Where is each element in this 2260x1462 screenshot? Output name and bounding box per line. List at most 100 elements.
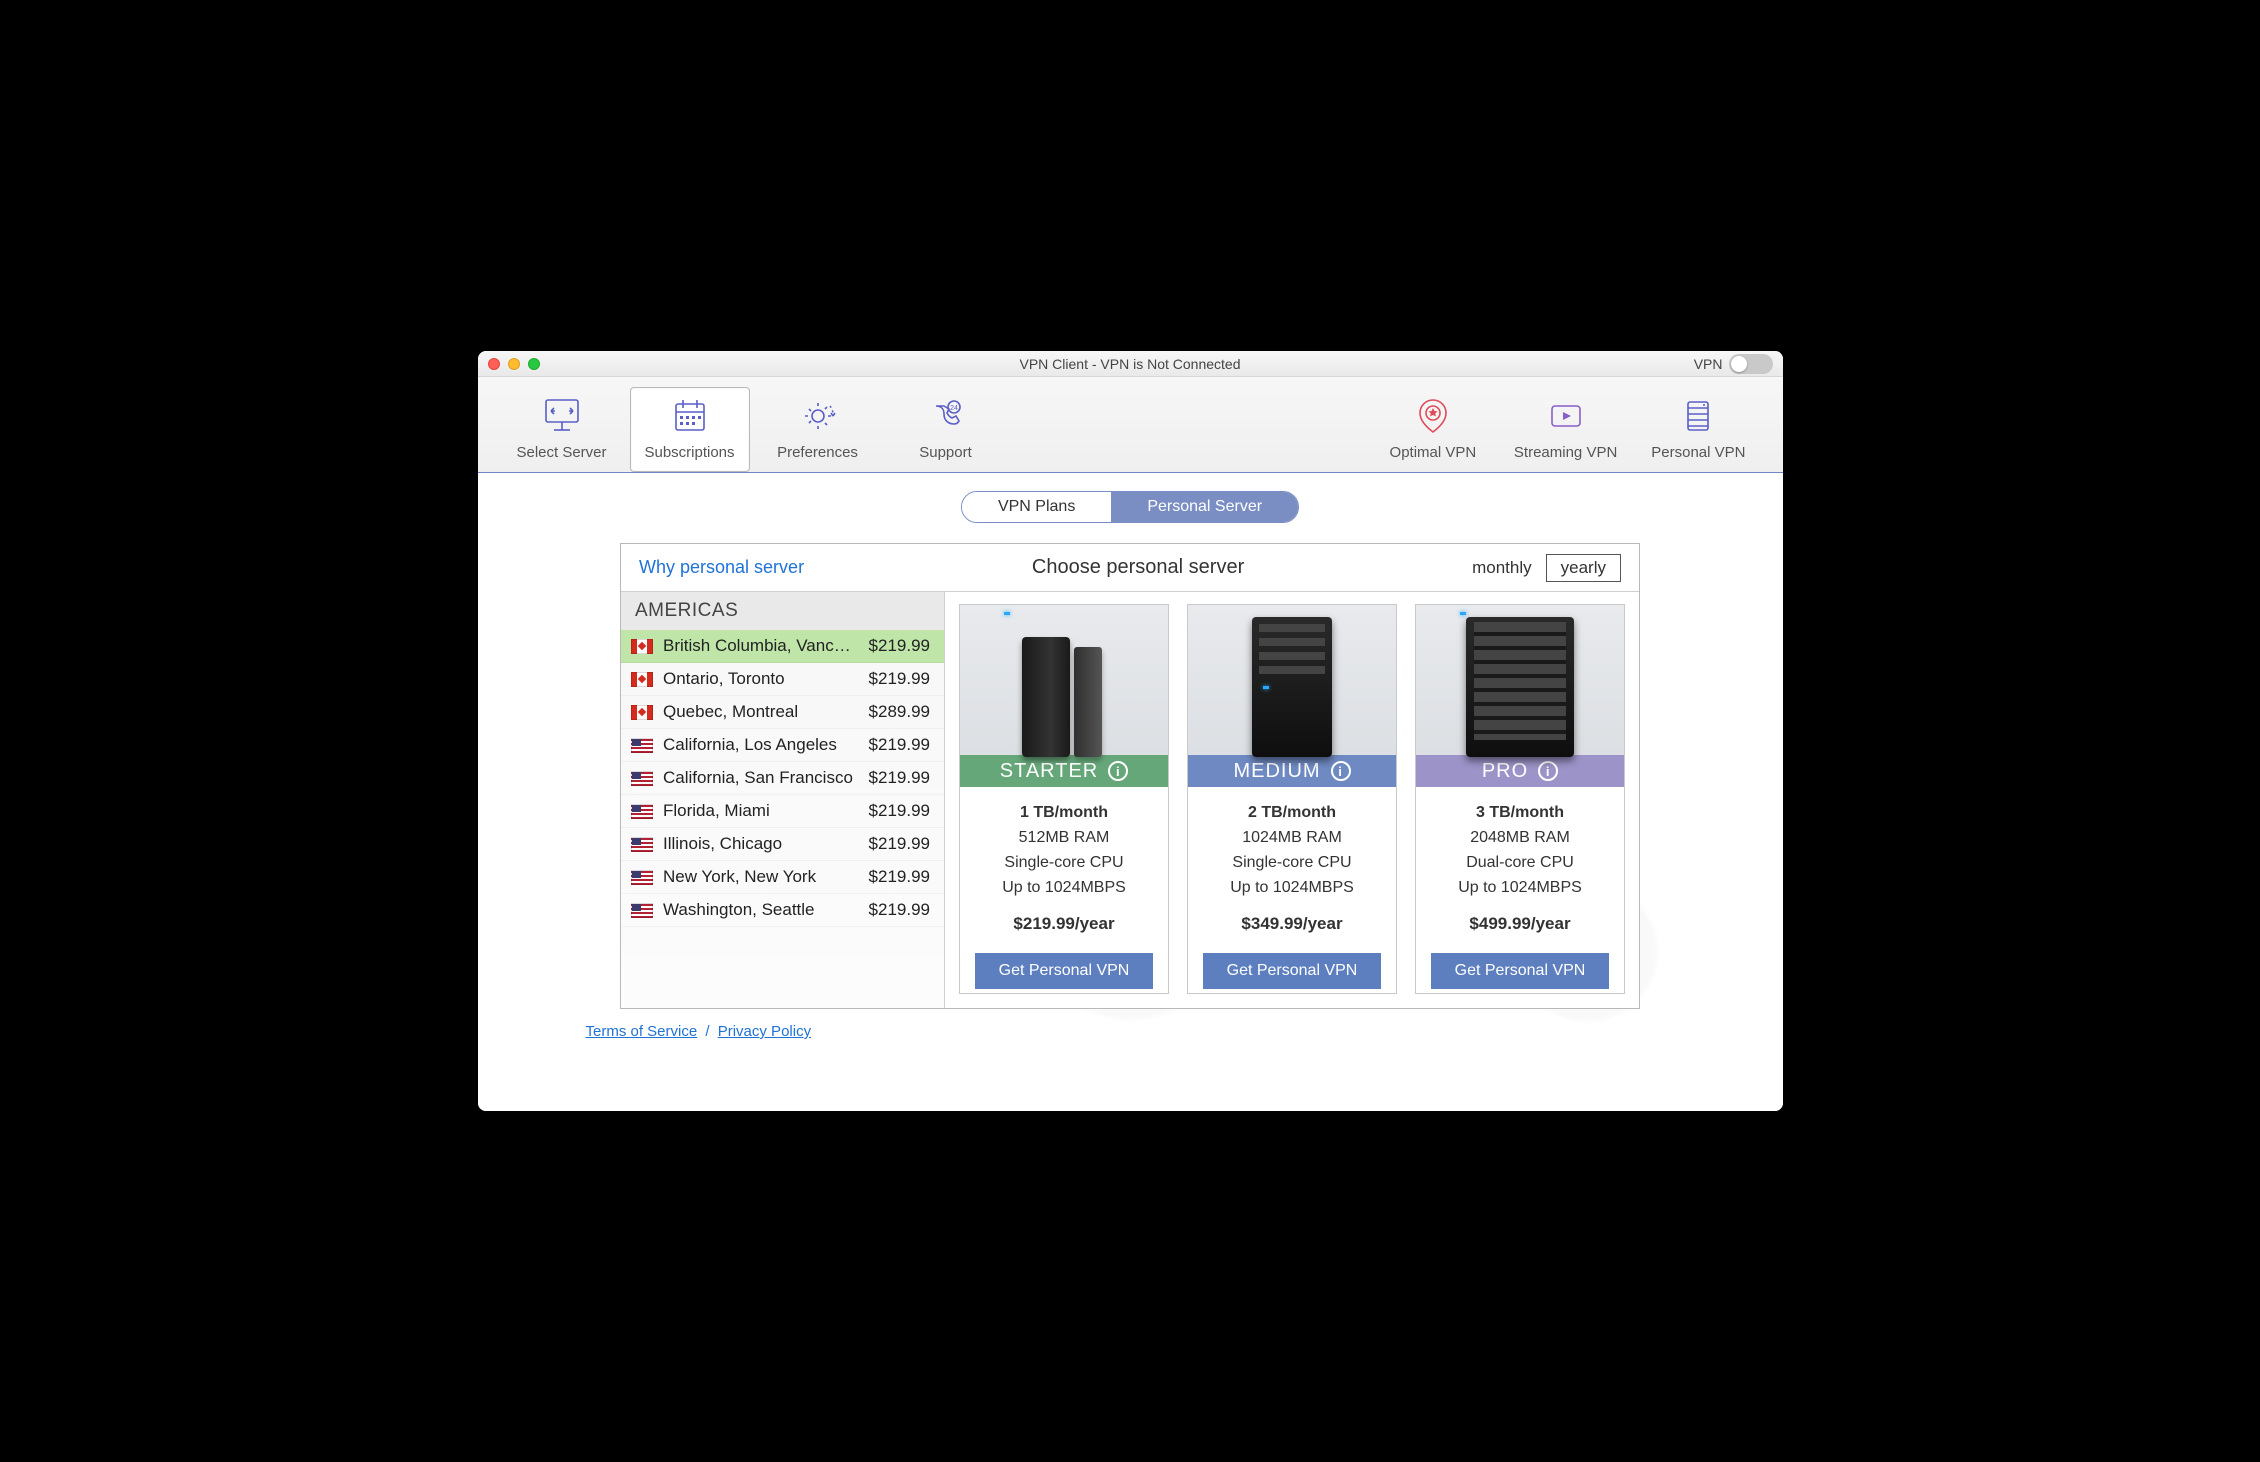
toolbar-subscriptions[interactable]: Subscriptions <box>630 387 750 472</box>
plan-type-segmented: VPN Plans Personal Server <box>961 491 1299 523</box>
toolbar-label: Optimal VPN <box>1390 444 1477 461</box>
plan-card-pro: PROi3 TB/month2048MB RAMDual-core CPUUp … <box>1415 604 1625 994</box>
spec-ram: 512MB RAM <box>1002 826 1126 851</box>
region-row[interactable]: California, San Francisco $219.99 <box>621 762 944 795</box>
personal-server-panel: Why personal server Choose personal serv… <box>620 543 1640 1009</box>
plan-cards: STARTER i 1 TB/month512MB RAMSingle-core C… <box>945 592 1639 1008</box>
info-icon[interactable]: i <box>1108 761 1128 781</box>
region-name: Washington, Seattle <box>663 900 859 920</box>
flag-icon <box>631 870 653 885</box>
footer-separator: / <box>705 1023 709 1040</box>
region-price: $219.99 <box>869 768 934 788</box>
plan-price: $499.99/year <box>1458 911 1582 937</box>
toolbar-optimal-vpn[interactable]: Optimal VPN <box>1373 387 1493 472</box>
toolbar-label: Preferences <box>777 444 858 461</box>
window-controls <box>488 358 540 370</box>
region-row[interactable]: New York, New York$219.99 <box>621 861 944 894</box>
segment-vpn-plans[interactable]: VPN Plans <box>962 492 1111 522</box>
region-name: British Columbia, Vanc… <box>663 636 859 656</box>
region-price: $219.99 <box>869 636 934 656</box>
region-row[interactable]: Ontario, Toronto$219.99 <box>621 663 944 696</box>
toolbar-streaming-vpn[interactable]: Streaming VPN <box>1501 387 1630 472</box>
region-group-header: AMERICAS <box>621 592 944 630</box>
footer-links: Terms of Service / Privacy Policy <box>514 1023 1747 1040</box>
plan-image <box>960 605 1168 755</box>
close-window-button[interactable] <box>488 358 500 370</box>
plan-image <box>1188 605 1396 755</box>
preferences-icon <box>796 394 840 438</box>
flag-icon <box>631 738 653 753</box>
period-monthly[interactable]: monthly <box>1472 558 1532 578</box>
spec-ram: 1024MB RAM <box>1230 826 1354 851</box>
toolbar-label: Personal VPN <box>1651 444 1745 461</box>
region-name: California, Los Angeles <box>663 735 859 755</box>
plan-image <box>1416 605 1624 755</box>
terms-of-service-link[interactable]: Terms of Service <box>586 1023 698 1040</box>
toolbar-label: Support <box>919 444 972 461</box>
region-price: $219.99 <box>869 801 934 821</box>
plan-tier-name: STARTER <box>1000 760 1099 783</box>
toolbar-preferences[interactable]: Preferences <box>758 387 878 472</box>
region-price: $219.99 <box>869 900 934 920</box>
select-server-icon <box>540 394 584 438</box>
app-window: VPN Client - VPN is Not Connected VPN Se… <box>478 351 1783 1111</box>
personal-vpn-icon <box>1676 394 1720 438</box>
get-personal-vpn-button[interactable]: Get Personal VPN <box>1203 953 1382 989</box>
info-icon[interactable]: i <box>1538 761 1558 781</box>
server-icon <box>1004 612 1124 757</box>
zoom-window-button[interactable] <box>528 358 540 370</box>
flag-icon <box>631 705 653 720</box>
region-price: $219.99 <box>869 669 934 689</box>
window-title: VPN Client - VPN is Not Connected <box>478 356 1783 372</box>
toolbar-select-server[interactable]: Select Server <box>502 387 622 472</box>
content-area: VPN Plans Personal Server Why personal s… <box>478 473 1783 1111</box>
spec-cpu: Dual-core CPU <box>1458 851 1582 876</box>
spec-speed: Up to 1024MBPS <box>1002 876 1126 901</box>
period-yearly[interactable]: yearly <box>1546 554 1621 582</box>
toolbar-personal-vpn[interactable]: Personal VPN <box>1638 387 1758 472</box>
region-row[interactable]: Quebec, Montreal$289.99 <box>621 696 944 729</box>
privacy-policy-link[interactable]: Privacy Policy <box>718 1023 811 1040</box>
plan-specs: 2 TB/month1024MB RAMSingle-core CPUUp to… <box>1224 787 1360 953</box>
toolbar: Select Server Subscriptions Preferences 24 S… <box>478 377 1783 473</box>
why-personal-server-link[interactable]: Why personal server <box>639 557 804 578</box>
streaming-vpn-icon <box>1544 394 1588 438</box>
toolbar-label: Select Server <box>516 444 606 461</box>
region-name: New York, New York <box>663 867 859 887</box>
region-row[interactable]: Florida, Miami$219.99 <box>621 795 944 828</box>
region-name: Illinois, Chicago <box>663 834 859 854</box>
plan-price: $349.99/year <box>1230 911 1354 937</box>
support-icon: 24 <box>924 394 968 438</box>
info-icon[interactable]: i <box>1331 761 1351 781</box>
flag-icon <box>631 837 653 852</box>
toolbar-support[interactable]: 24 Support <box>886 387 1006 472</box>
plan-tier-header: PROi <box>1416 755 1624 787</box>
minimize-window-button[interactable] <box>508 358 520 370</box>
plan-specs: 1 TB/month512MB RAMSingle-core CPUUp to … <box>996 787 1132 953</box>
region-row[interactable]: British Columbia, Vanc… $219.99 <box>621 630 944 663</box>
plan-tier-header: STARTER i <box>960 755 1168 787</box>
spec-cpu: Single-core CPU <box>1230 851 1354 876</box>
segment-personal-server[interactable]: Personal Server <box>1111 492 1298 522</box>
plan-card-starter: STARTER i 1 TB/month512MB RAMSingle-core C… <box>959 604 1169 994</box>
titlebar: VPN Client - VPN is Not Connected VPN <box>478 351 1783 377</box>
region-row[interactable]: Illinois, Chicago $219.99 <box>621 828 944 861</box>
plan-tier-header: MEDIUM i <box>1188 755 1396 787</box>
vpn-toggle[interactable] <box>1729 354 1773 374</box>
panel-header: Why personal server Choose personal serv… <box>621 544 1639 592</box>
plan-tier-name: MEDIUM <box>1233 760 1320 783</box>
panel-title: Choose personal server <box>804 556 1472 579</box>
spec-speed: Up to 1024MBPS <box>1230 876 1354 901</box>
spec-speed: Up to 1024MBPS <box>1458 876 1582 901</box>
region-price: $219.99 <box>869 735 934 755</box>
region-price: $219.99 <box>869 834 934 854</box>
plan-specs: 3 TB/month2048MB RAMDual-core CPUUp to 1… <box>1452 787 1588 953</box>
get-personal-vpn-button[interactable]: Get Personal VPN <box>1431 953 1610 989</box>
region-row[interactable]: California, Los Angeles $219.99 <box>621 729 944 762</box>
subscriptions-icon <box>668 394 712 438</box>
region-name: California, San Francisco <box>663 768 859 788</box>
optimal-vpn-icon <box>1411 394 1455 438</box>
region-row[interactable]: Washington, Seattle $219.99 <box>621 894 944 927</box>
plan-card-medium: MEDIUM i 2 TB/month1024MB RAMSingle-core C… <box>1187 604 1397 994</box>
get-personal-vpn-button[interactable]: Get Personal VPN <box>975 953 1154 989</box>
